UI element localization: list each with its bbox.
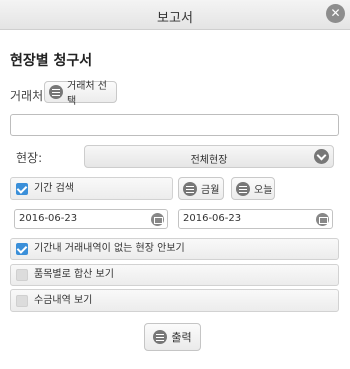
client-select-button[interactable]: 거래처 선택 <box>44 81 117 107</box>
end-date-value: 2016-06-23 <box>183 213 242 224</box>
client-input[interactable] <box>10 114 339 136</box>
today-button[interactable]: 오늘 <box>231 177 275 200</box>
print-label: 출력 <box>171 331 192 344</box>
show-payments-checkbox[interactable]: 수금내역 보기 <box>10 289 339 312</box>
dialog-titlebar: 보고서 ✕ <box>0 0 350 30</box>
show-payments-label: 수금내역 보기 <box>34 294 93 306</box>
chevron-down-icon <box>314 149 329 164</box>
hide-inactive-sites-label: 기간내 거래내역이 없는 현장 안보기 <box>34 243 185 254</box>
list-icon <box>49 85 63 99</box>
dialog-title: 보고서 <box>157 11 193 26</box>
site-label: 현장: <box>16 151 43 165</box>
site-select-value: 전체현장 <box>190 155 228 166</box>
close-icon[interactable]: ✕ <box>326 4 345 23</box>
end-date-input[interactable]: 2016-06-23 <box>178 209 333 229</box>
calendar-icon[interactable] <box>151 213 164 226</box>
checkbox-icon <box>16 182 28 195</box>
period-search-label: 기간 검색 <box>34 182 74 194</box>
print-button[interactable]: 출력 <box>144 323 201 351</box>
checkbox-icon <box>16 294 28 307</box>
page-title: 현장별 청구서 <box>10 53 93 69</box>
this-month-button[interactable]: 금월 <box>178 177 224 200</box>
this-month-label: 금월 <box>201 185 220 196</box>
start-date-input[interactable]: 2016-06-23 <box>14 209 168 229</box>
client-select-label: 거래처 선택 <box>67 81 107 107</box>
site-select[interactable]: 전체현장 <box>84 145 334 168</box>
hide-inactive-sites-checkbox[interactable]: 기간내 거래내역이 없는 현장 안보기 <box>10 238 339 260</box>
start-date-value: 2016-06-23 <box>19 213 78 224</box>
sum-by-item-checkbox[interactable]: 품목별로 합산 보기 <box>10 264 339 286</box>
today-label: 오늘 <box>254 185 273 196</box>
calendar-icon[interactable] <box>316 213 329 226</box>
period-search-checkbox[interactable]: 기간 검색 <box>10 177 173 200</box>
calendar-icon <box>236 181 250 196</box>
checkbox-icon <box>16 269 28 281</box>
calendar-icon <box>183 181 197 196</box>
sum-by-item-label: 품목별로 합산 보기 <box>34 269 114 280</box>
checkbox-icon <box>16 243 28 255</box>
client-label: 거래처 <box>10 89 44 103</box>
print-icon <box>153 330 168 344</box>
